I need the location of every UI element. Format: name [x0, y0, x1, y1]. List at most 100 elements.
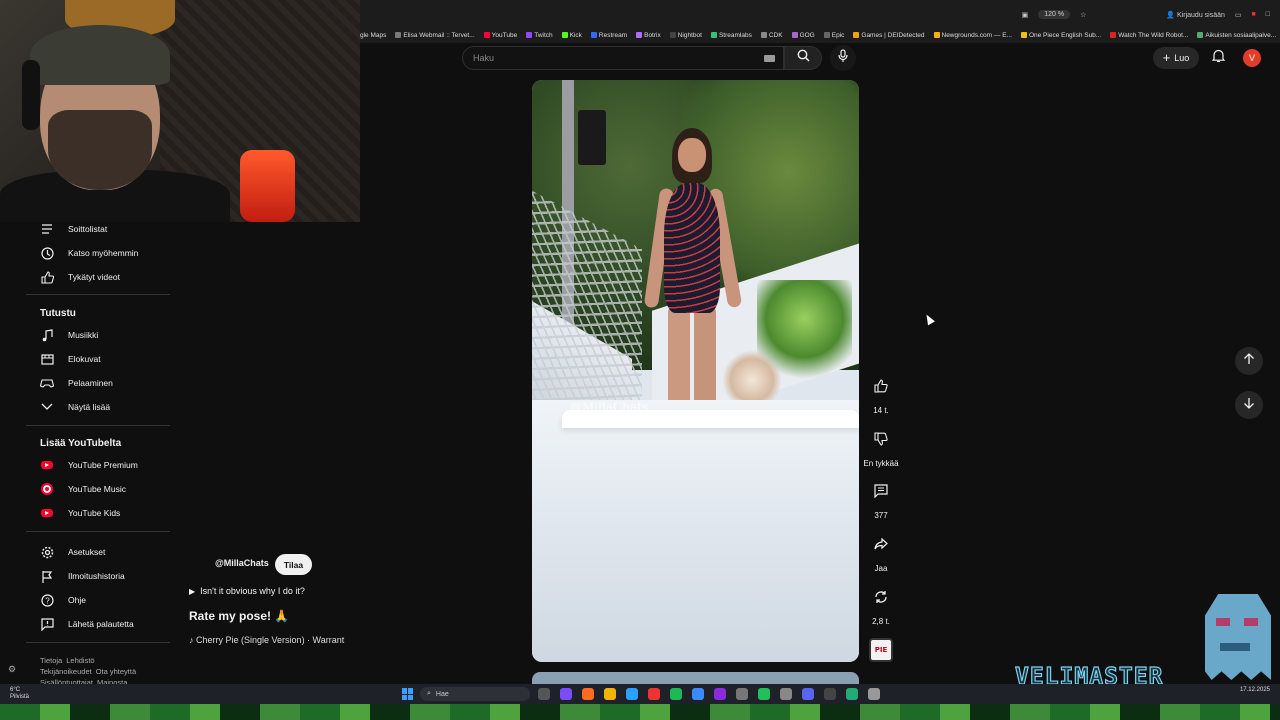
sidebar-item-send-feedback[interactable]: Lähetä palautetta [26, 613, 170, 635]
taskbar-app-icon[interactable] [626, 688, 638, 700]
share-icon [874, 537, 888, 555]
subscribe-button[interactable]: Tilaa [275, 554, 312, 575]
bookmark-item[interactable]: Restream [590, 32, 627, 39]
comment-icon [874, 483, 888, 503]
bookmark-item[interactable]: Kick [561, 32, 582, 39]
star-icon[interactable]: ☆ [1080, 11, 1086, 19]
keyboard-icon[interactable] [764, 55, 775, 62]
bookmark-item[interactable]: Twitch [526, 32, 553, 39]
taskbar-app-icon[interactable] [582, 688, 594, 700]
taskbar-app-icon[interactable] [560, 688, 572, 700]
zoom-indicator[interactable]: 120 % [1038, 10, 1071, 19]
music-link[interactable]: ♪ Cherry Pie (Single Version) · Warrant [189, 635, 344, 645]
bookmark-item[interactable]: Elisa Webmail :: Tervet... [395, 32, 475, 39]
sidebar-item-label: Tykätyt videot [68, 272, 120, 282]
headset [22, 60, 40, 130]
sidebar-item-settings[interactable]: Asetukset [26, 541, 170, 563]
sidebar-divider [26, 531, 170, 532]
bookmark-item[interactable]: Botrix [636, 32, 661, 39]
weather-widget[interactable]: 6°C Pilvistä [10, 687, 29, 701]
taskbar-app-icon[interactable] [736, 688, 748, 700]
bookmark-item[interactable]: CDK [760, 32, 783, 39]
sidebar-item-youtube-premium[interactable]: YouTube Premium [26, 454, 170, 476]
bookmark-label: Games | DEIDetected [861, 31, 925, 39]
bookmark-favicon-icon [933, 32, 940, 38]
footer-link[interactable]: Tekijänoikeudet [40, 667, 92, 676]
taskbar-app-icon[interactable] [780, 688, 792, 700]
create-button[interactable]: + Luo [1153, 47, 1199, 69]
bookmark-item[interactable]: Streamlabs [710, 32, 752, 39]
bookmark-item[interactable]: Nightbot [669, 32, 702, 39]
more-from-youtube-heading: Lisää YouTubelta [40, 438, 122, 449]
avatar[interactable]: V [1243, 49, 1261, 67]
comments-button[interactable] [868, 480, 894, 506]
like-button[interactable] [868, 375, 894, 401]
extensions-icon[interactable]: ▣ [1022, 11, 1029, 19]
pinned-comment-prompt[interactable]: ▶ Isn't it obvious why I do it? [189, 586, 305, 596]
taskbar-app-icon[interactable] [758, 688, 770, 700]
bookmark-item[interactable]: YouTube [483, 32, 517, 39]
streamer-beard [48, 110, 152, 190]
sidebar-item-youtube-kids[interactable]: YouTube Kids [26, 502, 170, 524]
bookmark-item[interactable]: Newgrounds.com — E... [933, 32, 1012, 39]
search-button[interactable] [784, 46, 822, 70]
bookmark-item[interactable]: Epic [823, 32, 844, 39]
bookmark-item[interactable]: gle Maps [360, 32, 386, 39]
flag-icon [40, 569, 54, 583]
sidebar-item-movies[interactable]: Elokuvat [26, 348, 170, 370]
voice-search-button[interactable] [830, 45, 856, 71]
notifications-button[interactable] [1208, 48, 1228, 68]
bookmark-item[interactable]: Watch The Wild Robot... [1110, 32, 1188, 39]
system-tray[interactable]: 17.12.2025 [1240, 686, 1270, 694]
share-button[interactable] [868, 533, 894, 559]
taskbar-app-icon[interactable] [714, 688, 726, 700]
sidebar-item-help[interactable]: ? Ohje [26, 589, 170, 611]
footer-link[interactable]: Lehdistö [66, 656, 94, 665]
bookmark-item[interactable]: Games | DEIDetected [853, 31, 925, 39]
taskbar-app-icon[interactable] [692, 688, 704, 700]
taskbar-app-icon[interactable] [868, 688, 880, 700]
sidebar-item-watch-later[interactable]: Katso myöhemmin [26, 242, 170, 264]
taskbar-app-icon[interactable] [824, 688, 836, 700]
sound-thumbnail[interactable]: PIE [869, 638, 893, 662]
search-input[interactable] [463, 47, 743, 69]
channel-name[interactable]: @MillaChats [215, 558, 269, 568]
bookmark-item[interactable]: GOG [791, 32, 815, 39]
feedback-icon [40, 617, 54, 631]
sidebar-item-report-history[interactable]: Ilmoitushistoria [26, 565, 170, 587]
next-short-button[interactable] [1235, 391, 1263, 419]
minimize-icon[interactable]: ▭ [1235, 11, 1242, 19]
sidebar-item-playlists[interactable]: Soittolistat [26, 218, 170, 240]
close-icon[interactable]: □ [1266, 11, 1270, 18]
bookmark-item[interactable]: One Piece English Sub... [1020, 32, 1101, 39]
taskbar-app-icon[interactable] [538, 688, 550, 700]
taskbar-app-icon[interactable] [648, 688, 660, 700]
sidebar-item-gaming[interactable]: Pelaaminen [26, 372, 170, 394]
taskbar-search[interactable]: ⌕ Hae [420, 687, 530, 701]
taskbar-app-icon[interactable] [802, 688, 814, 700]
sidebar-item-label: Musiikki [68, 330, 99, 340]
sidebar-item-youtube-music[interactable]: YouTube Music [26, 478, 170, 500]
next-short-preview[interactable] [532, 672, 859, 684]
remix-button[interactable] [868, 586, 894, 612]
taskbar-app-icon[interactable] [604, 688, 616, 700]
windows-start-icon[interactable] [402, 688, 414, 700]
sidebar-item-music[interactable]: Musiikki [26, 324, 170, 346]
share-label: Jaa [874, 564, 888, 573]
short-video-player[interactable]: @MillaChats [532, 80, 859, 662]
like-count: 14 t. [873, 406, 889, 415]
bookmark-item[interactable]: Aikuisten sosiaalipalve... [1197, 32, 1276, 39]
sidebar-item-show-more[interactable]: Näytä lisää [26, 396, 170, 418]
weather-desc: Pilvistä [10, 694, 30, 700]
taskbar-app-icon[interactable] [670, 688, 682, 700]
window-icon[interactable]: ■ [1252, 11, 1256, 18]
sidebar-item-liked-videos[interactable]: Tykätyt videot [26, 266, 170, 288]
previous-short-button[interactable] [1235, 347, 1263, 375]
music-note-icon: ♪ [189, 635, 194, 645]
dislike-button[interactable] [868, 428, 894, 454]
footer-link[interactable]: Ota yhteyttä [96, 667, 136, 676]
bookmark-favicon-icon [590, 32, 597, 38]
taskbar-app-icon[interactable] [846, 688, 858, 700]
footer-link[interactable]: Tietoja [40, 656, 62, 665]
signin-button[interactable]: 👤 Kirjaudu sisään [1166, 11, 1225, 19]
